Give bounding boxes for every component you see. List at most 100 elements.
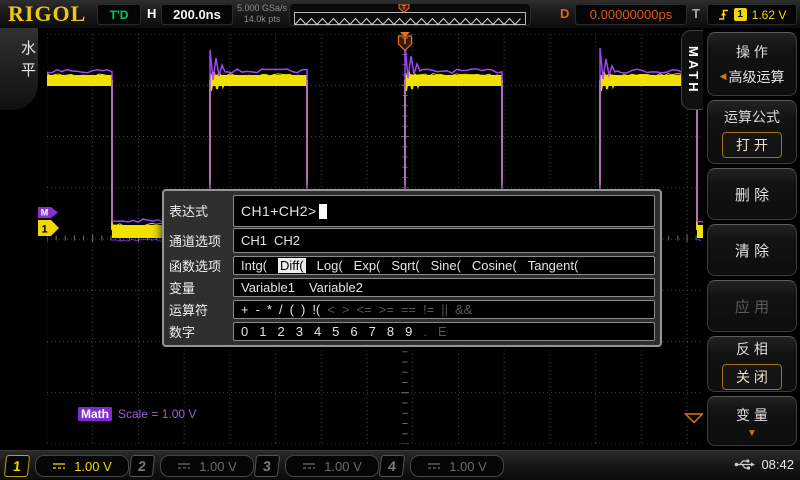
dc-coupling-icon: [302, 461, 316, 471]
digits-list: 0123456789. E: [233, 322, 655, 341]
expression-input[interactable]: CH1+CH2>: [233, 195, 655, 227]
option-token[interactable]: &&: [455, 302, 472, 317]
option-token[interactable]: >: [342, 302, 350, 317]
trigger-settings-readout[interactable]: 1 1.62 V: [707, 4, 797, 25]
bottom-status-bar: 1 1.00 V 2 1.00 V 3: [0, 450, 800, 480]
option-token[interactable]: 3: [296, 324, 303, 339]
apply-button[interactable]: 应 用: [735, 296, 769, 317]
invert-off-button[interactable]: 关 闭: [722, 364, 782, 390]
expression-label: 表达式: [169, 195, 233, 225]
option-token[interactable]: Tangent(: [528, 258, 579, 273]
channel-3-status[interactable]: 3 1.00 V: [255, 455, 379, 477]
channel-1-scale: 1.00 V: [35, 455, 129, 477]
math-position-marker[interactable]: M: [38, 207, 58, 218]
option-token[interactable]: Variable2: [309, 280, 363, 295]
delay-label: D: [560, 6, 569, 21]
option-token[interactable]: !(: [312, 302, 320, 317]
option-token[interactable]: +: [241, 302, 249, 317]
channel-4-badge[interactable]: 4: [379, 455, 405, 477]
channel-2-status[interactable]: 2 1.00 V: [130, 455, 254, 477]
option-token[interactable]: Sqrt(: [391, 258, 419, 273]
tab-math-menu[interactable]: MATH: [681, 30, 705, 110]
option-token[interactable]: Log(: [317, 258, 343, 273]
formula-open-button[interactable]: 打 开: [722, 132, 782, 158]
menu-page-indicator-icon[interactable]: [684, 413, 704, 424]
option-token[interactable]: E: [438, 324, 447, 339]
clear-button[interactable]: 清 除: [735, 240, 769, 261]
option-token[interactable]: 0: [241, 324, 248, 339]
timebase-readout[interactable]: 200.0ns: [161, 4, 233, 25]
menu-group-delete: 删 除: [707, 168, 797, 220]
function-options-list: Intg( Diff( Log( Exp( Sqrt( Sine( Cosine( Tange…: [233, 256, 655, 275]
usb-icon: [734, 458, 756, 471]
option-token[interactable]: .: [423, 324, 427, 339]
rigol-logo: RIGOL: [8, 1, 86, 27]
channel-3-badge[interactable]: 3: [254, 455, 280, 477]
option-token[interactable]: 1: [259, 324, 266, 339]
option-token[interactable]: 2: [277, 324, 284, 339]
ch1-position-marker[interactable]: 1: [38, 220, 59, 236]
option-token[interactable]: 6: [350, 324, 357, 339]
invert-header: 反 相: [736, 339, 768, 359]
dc-coupling-icon: [177, 461, 191, 471]
option-token[interactable]: *: [267, 302, 272, 317]
math-scale-readout: Math Scale = 1.00 V: [78, 407, 196, 421]
option-token[interactable]: 5: [332, 324, 339, 339]
option-token[interactable]: ): [301, 302, 305, 317]
option-token[interactable]: !=: [423, 302, 434, 317]
menu-group-invert: 反 相 关 闭: [707, 336, 797, 392]
option-token[interactable]: <=: [356, 302, 371, 317]
operators-list: +-* / () !( < > <= >= == != || &&: [233, 300, 655, 319]
channel-3-scale: 1.00 V: [285, 455, 379, 477]
variables-row: 变量 Variable1 Variable2: [169, 278, 655, 297]
option-token[interactable]: 9: [405, 324, 412, 339]
option-token[interactable]: 7: [369, 324, 376, 339]
svg-text:T: T: [402, 36, 408, 46]
option-token[interactable]: ==: [401, 302, 416, 317]
variables-label: 变量: [169, 278, 233, 297]
tab-horizontal-menu[interactable]: 水平: [0, 28, 38, 110]
variable-button[interactable]: 变 量: [736, 405, 768, 425]
option-token[interactable]: Intg(: [241, 258, 267, 273]
option-token[interactable]: (: [290, 302, 294, 317]
option-token[interactable]: >=: [379, 302, 394, 317]
math-menu-panel: 操 作 ◀ 高级运算 运算公式 打 开 删 除 清 除 应 用 反 相 关 闭 …: [703, 28, 800, 450]
operators-label: 运算符: [169, 300, 233, 319]
svg-text:T: T: [402, 6, 406, 12]
channel-1-badge[interactable]: 1: [4, 455, 30, 477]
option-token[interactable]: Variable1: [241, 280, 295, 295]
trigger-position-icon[interactable]: T: [398, 4, 410, 13]
channel-4-scale: 1.00 V: [410, 455, 504, 477]
waveform-memory-strip[interactable]: T: [289, 3, 531, 26]
option-token[interactable]: CH1: [241, 233, 267, 248]
top-status-bar: RIGOL T'D H 200.0ns 5.000 GSa/s 14.0k pt…: [0, 0, 800, 29]
trigger-position-marker[interactable]: T: [397, 32, 413, 52]
option-token[interactable]: Cosine(: [472, 258, 517, 273]
option-token[interactable]: CH2: [274, 233, 300, 248]
option-token[interactable]: <: [327, 302, 335, 317]
option-token[interactable]: -: [256, 302, 260, 317]
option-token[interactable]: Sine(: [431, 258, 461, 273]
option-token[interactable]: 4: [314, 324, 321, 339]
channel-options-row: 通道选项 CH1 CH2: [169, 228, 655, 253]
trigger-label: T: [692, 6, 700, 21]
delete-button[interactable]: 删 除: [735, 184, 769, 205]
channel-1-status[interactable]: 1 1.00 V: [5, 455, 129, 477]
formula-header: 运算公式: [724, 107, 780, 127]
channel-2-badge[interactable]: 2: [129, 455, 155, 477]
channel-options-label: 通道选项: [169, 228, 233, 253]
option-token[interactable]: ||: [441, 302, 448, 317]
option-token[interactable]: /: [279, 302, 283, 317]
math-expression-dialog: 表达式 CH1+CH2> 通道选项 CH1CH2 函数选项 Intg(Diff(…: [162, 189, 662, 347]
dropdown-arrow-icon: ▼: [747, 430, 757, 438]
option-token[interactable]: Diff(: [278, 258, 306, 273]
option-token[interactable]: 8: [387, 324, 394, 339]
option-token[interactable]: Exp(: [354, 258, 381, 273]
acquisition-info: 5.000 GSa/s 14.0k pts: [234, 3, 290, 25]
menu-group-apply: 应 用: [707, 280, 797, 332]
sample-rate: 5.000 GSa/s: [234, 3, 290, 14]
oscilloscope-screen: RIGOL T'D H 200.0ns 5.000 GSa/s 14.0k pt…: [0, 0, 800, 480]
channel-4-status[interactable]: 4 1.00 V: [380, 455, 504, 477]
advanced-operation-button[interactable]: ◀ 高级运算: [720, 67, 785, 87]
trigger-level-value: 1.62 V: [752, 8, 787, 22]
